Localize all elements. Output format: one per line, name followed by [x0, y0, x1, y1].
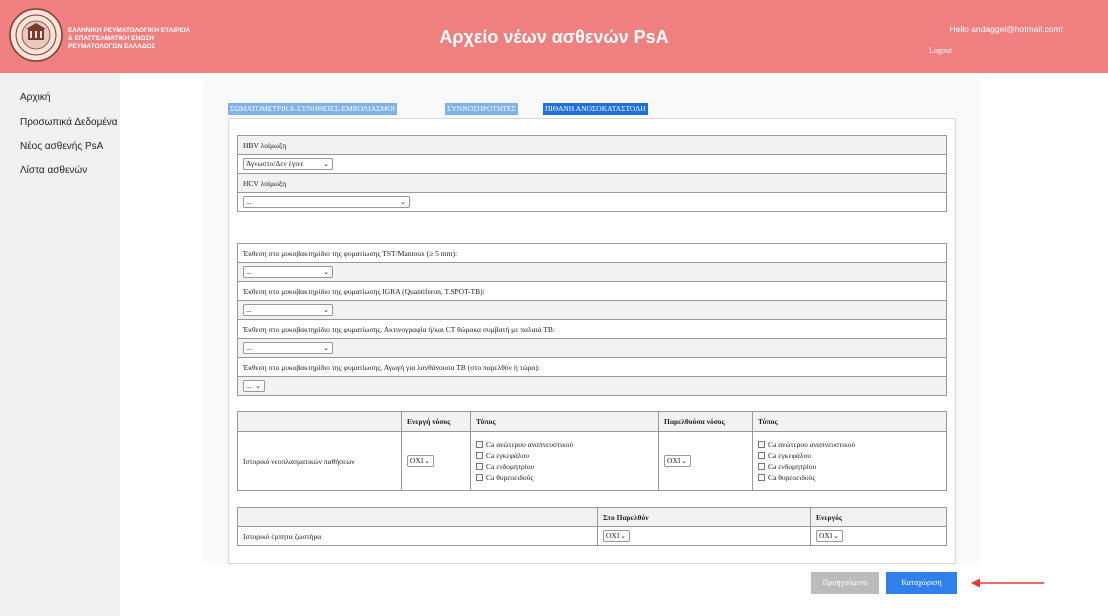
- neoplasm-active-header: Ενεργή νόσος: [401, 411, 471, 432]
- active-thyroid-checkbox[interactable]: Ca θυρεοειδούς: [476, 472, 653, 483]
- user-greeting: Hello andaggel@hotmail.com!: [949, 24, 1063, 34]
- hepatitis-table: HBV λοίμωξη Άγνωστο/Δεν έγινε ⌄ HCV λοίμω…: [237, 135, 947, 212]
- checkbox-box[interactable]: [476, 463, 483, 470]
- active-brain-checkbox[interactable]: Ca εγκεφάλου: [476, 450, 653, 461]
- igra-label: Έκθεση στο μυκοβακτηρίδιο της φυματίωσης…: [237, 281, 947, 301]
- checkbox-label: Ca θυρεοειδούς: [486, 473, 534, 482]
- hbv-select-value: Άγνωστο/Δεν έγινε: [246, 159, 304, 168]
- sidebar-item-home[interactable]: Αρχική: [20, 92, 50, 103]
- chevron-down-icon: ⌄: [424, 457, 430, 465]
- logout-link[interactable]: Logout: [929, 46, 952, 55]
- checkbox-box[interactable]: [758, 441, 765, 448]
- hcv-label: HCV λοίμωξη: [237, 173, 947, 193]
- xray-label: Έκθεση στο μυκοβακτηρίδιο της φυματίωσης…: [237, 319, 947, 339]
- checkbox-label: Ca ανώτερου αναπνευστικού: [768, 440, 856, 449]
- chevron-down-icon: ⌄: [681, 457, 687, 465]
- tuberculosis-table: Έκθεση στο μυκοβακτηρίδιο της φυματίωσης…: [237, 243, 947, 396]
- tst-label: Έκθεση στο μυκοβακτηρίδιο της φυματίωσης…: [237, 243, 947, 263]
- zoster-past-header: Στο Παρελθόν: [597, 507, 811, 527]
- active-upper-respiratory-checkbox[interactable]: Ca ανώτερου αναπνευστικού: [476, 439, 653, 450]
- checkbox-label: Ca εγκεφάλου: [768, 451, 811, 460]
- past-upper-respiratory-checkbox[interactable]: Ca ανώτερου αναπνευστικού: [758, 439, 941, 450]
- checkbox-label: Ca εγκεφάλου: [486, 451, 529, 460]
- neoplasm-active-select[interactable]: ΟΧΙ ⌄: [407, 455, 434, 467]
- neoplasm-past-type-header: Τύπος: [752, 411, 947, 432]
- checkbox-box[interactable]: [476, 452, 483, 459]
- neoplasm-active-select-value: ΟΧΙ: [410, 456, 424, 465]
- igra-select-value: ...: [246, 305, 252, 314]
- sidebar-item-patient-list[interactable]: Λίστα ασθενών: [20, 165, 87, 176]
- checkbox-box[interactable]: [758, 463, 765, 470]
- past-endometrial-checkbox[interactable]: Ca ενδομητρίου: [758, 461, 941, 472]
- hbv-select[interactable]: Άγνωστο/Δεν έγινε ⌄: [243, 158, 333, 170]
- zoster-table: Στο Παρελθόν Ενεργός Ιστορικό έρπητα ζωσ…: [237, 507, 947, 546]
- checkbox-label: Ca ενδομητρίου: [486, 462, 535, 471]
- chevron-down-icon: ⌄: [323, 160, 329, 168]
- igra-select[interactable]: ... ⌄: [243, 304, 333, 316]
- hcv-select[interactable]: ... ⌄: [243, 196, 410, 208]
- neoplasm-table: Ενεργή νόσος Τύπος Παρελθούσα νόσος Τύπο…: [237, 411, 947, 491]
- sidebar: Αρχική Προσωπικά Δεδομένα Νέος ασθενής P…: [0, 73, 120, 616]
- neoplasm-past-header: Παρελθούσα νόσος: [658, 411, 753, 432]
- chevron-down-icon: ⌄: [323, 306, 329, 314]
- chevron-down-icon: ⌄: [323, 344, 329, 352]
- sidebar-item-personal-data[interactable]: Προσωπικά Δεδομένα: [20, 117, 118, 128]
- form-panel: HBV λοίμωξη Άγνωστο/Δεν έγινε ⌄ HCV λοίμω…: [228, 118, 956, 564]
- neoplasm-type-header: Τύπος: [470, 411, 659, 432]
- checkbox-box[interactable]: [476, 441, 483, 448]
- checkbox-box[interactable]: [758, 474, 765, 481]
- checkbox-box[interactable]: [758, 452, 765, 459]
- neoplasm-past-select[interactable]: ΟΧΙ ⌄: [664, 455, 691, 467]
- tab-comorbidities[interactable]: ΣΥΝΝΟΣΗΡΟΤΗΤΕΣ: [445, 103, 518, 115]
- tst-select[interactable]: ... ⌄: [243, 266, 333, 278]
- hbv-label: HBV λοίμωξη: [237, 135, 947, 155]
- xray-select[interactable]: ... ⌄: [243, 342, 333, 354]
- checkbox-box[interactable]: [476, 474, 483, 481]
- chevron-down-icon: ⌄: [255, 382, 261, 390]
- zoster-active-select-value: ΟΧΙ: [819, 531, 833, 540]
- chevron-down-icon: ⌄: [323, 268, 329, 276]
- latent-tb-treatment-label: Έκθεση στο μυκοβακτηρίδιο της φυματίωσης…: [237, 357, 947, 377]
- previous-button[interactable]: Προηγούμενο: [811, 572, 879, 594]
- header-bar: ΕΛΛΗΝΙΚΗ ΡΕΥΜΑΤΟΛΟΓΙΚΗ ΕΤΑΙΡΕΙΑ & ΕΠΑΓΓΕ…: [0, 0, 1108, 73]
- checkbox-label: Ca ανώτερου αναπνευστικού: [486, 440, 574, 449]
- tab-anthropometrics[interactable]: ΣΩΜΑΤΟΜΕΤΡΙΚΑ-ΣΥΝΗΘΕΙΕΣ-ΕΜΒΟΛΙΑΣΜΟΙ: [228, 103, 398, 115]
- chevron-down-icon: ⌄: [400, 198, 406, 206]
- zoster-past-select-value: ΟΧΙ: [606, 531, 620, 540]
- hcv-select-value: ...: [246, 197, 252, 206]
- submit-button[interactable]: Καταχώριση: [886, 572, 957, 594]
- latent-tb-treatment-select[interactable]: ... ⌄: [243, 380, 265, 392]
- past-brain-checkbox[interactable]: Ca εγκεφάλου: [758, 450, 941, 461]
- zoster-past-select[interactable]: ΟΧΙ ⌄: [603, 530, 630, 542]
- zoster-active-select[interactable]: ΟΧΙ ⌄: [816, 530, 843, 542]
- checkbox-label: Ca ενδομητρίου: [768, 462, 817, 471]
- page-title: Αρχείο νέων ασθενών PsA: [439, 27, 669, 47]
- tab-immunosuppression[interactable]: ΠΙΘΑΝΗ ΑΝΟΣΟΚΑΤΑΣΤΟΛΗ: [543, 103, 648, 115]
- active-endometrial-checkbox[interactable]: Ca ενδομητρίου: [476, 461, 653, 472]
- latent-tb-treatment-select-value: ...: [246, 381, 252, 390]
- neoplasm-row-label: Ιστορικό νεοπλασματικών παθήσεων: [237, 431, 402, 491]
- zoster-row-label: Ιστορικό έρπητα ζωστήρα: [237, 526, 598, 546]
- neoplasm-past-select-value: ΟΧΙ: [667, 456, 681, 465]
- zoster-active-header: Ενεργός: [810, 507, 947, 527]
- chevron-down-icon: ⌄: [833, 532, 839, 540]
- sidebar-item-new-patient[interactable]: Νέος ασθενής PsA: [20, 141, 103, 152]
- checkbox-label: Ca θυρεοειδούς: [768, 473, 816, 482]
- tst-select-value: ...: [246, 267, 252, 276]
- xray-select-value: ...: [246, 343, 252, 352]
- chevron-down-icon: ⌄: [620, 532, 626, 540]
- red-arrow-annotation: [971, 578, 1044, 588]
- past-thyroid-checkbox[interactable]: Ca θυρεοειδούς: [758, 472, 941, 483]
